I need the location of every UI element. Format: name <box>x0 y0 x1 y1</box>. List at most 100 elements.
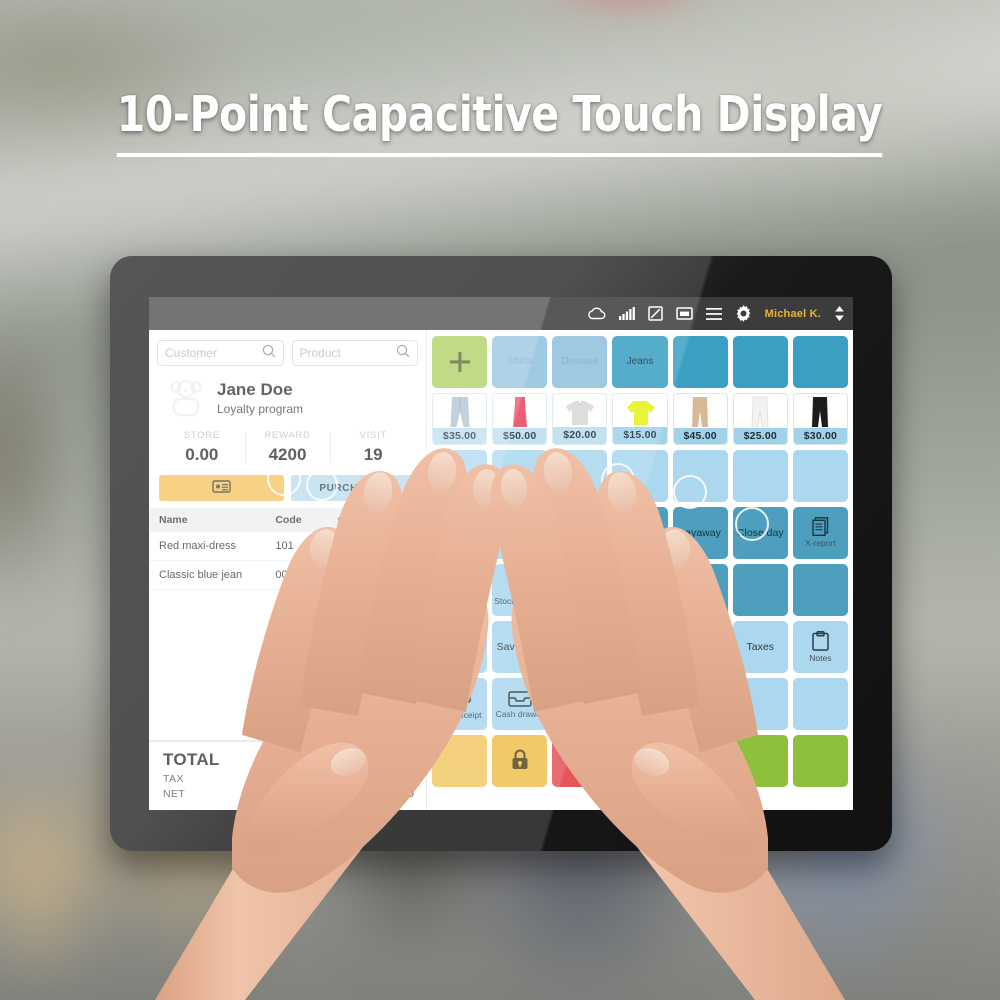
promotions-button[interactable]: Promotions <box>552 678 608 730</box>
category-jeans[interactable]: Jeans <box>612 336 668 388</box>
category-shirts[interactable]: Shirts <box>492 336 548 388</box>
category-empty-3[interactable] <box>792 336 848 388</box>
layaway-button[interactable]: Layaway <box>672 507 728 559</box>
empty-tile[interactable] <box>732 450 788 502</box>
check-card-balance-button[interactable]: Check Card balance <box>612 564 668 616</box>
search-icon <box>396 344 410 363</box>
function-empty-5[interactable] <box>792 678 848 730</box>
product-tile[interactable]: $50.00 <box>492 393 548 445</box>
empty-tile[interactable] <box>492 450 548 502</box>
tax-row: TAX 0.00 <box>163 773 414 785</box>
loyalty-card-button[interactable] <box>159 475 284 501</box>
button-label: Pending sales <box>560 520 600 545</box>
product-price: $50.00 <box>493 428 547 444</box>
stat-visit: VISIT 19 <box>330 430 416 465</box>
returns-button[interactable]: Returns <box>612 621 668 673</box>
close-day-button[interactable]: Close day <box>732 507 788 559</box>
right-panel: Shirts Dresses Jeans $35.00 $50.00 $20.0… <box>427 330 853 810</box>
button-label: Logout <box>443 583 476 596</box>
pay-button[interactable] <box>732 735 788 787</box>
save-sale-button[interactable]: Save sale <box>492 621 548 673</box>
checkout-button[interactable] <box>792 735 848 787</box>
button-label: Stock & Price <box>494 595 546 606</box>
net-label: NET <box>163 788 186 800</box>
empty-tile[interactable] <box>612 450 668 502</box>
menu-icon[interactable] <box>705 307 722 320</box>
printer-icon[interactable] <box>675 306 693 321</box>
lock-button[interactable] <box>492 735 548 787</box>
void-button[interactable] <box>552 735 608 787</box>
new-sale-button[interactable]: New sale <box>432 621 488 673</box>
totals-section: TOTAL 85.00 TAX 0.00 NET 85.00 <box>149 740 426 810</box>
delete-button[interactable] <box>672 735 728 787</box>
discount-button[interactable]: Discount <box>672 621 728 673</box>
card-icon <box>212 480 231 496</box>
beige-pants-icon <box>674 394 727 428</box>
hold-button[interactable] <box>432 735 488 787</box>
pending-sales-button[interactable]: Pending sales <box>552 507 608 559</box>
button-label: Save as order <box>560 634 599 659</box>
logout-button[interactable]: Logout <box>432 564 488 616</box>
x-report-button[interactable]: X-report <box>792 507 848 559</box>
table-row[interactable]: Classic blue jean 0013 1 35.00 <box>149 560 426 590</box>
cart-table: Name Code Qty Red maxi-dress 101 1 50.00 <box>149 508 426 590</box>
category-empty-1[interactable] <box>672 336 728 388</box>
empty-tile[interactable] <box>792 450 848 502</box>
tax-value: 0.00 <box>393 773 414 785</box>
cash-drawer-button[interactable]: Cash drawer <box>492 678 548 730</box>
recent-sales-button[interactable]: Recent sales <box>492 507 548 559</box>
product-tile[interactable]: $30.00 <box>792 393 848 445</box>
empty-product-row <box>432 450 848 502</box>
table-row[interactable]: Red maxi-dress 101 1 50.00 <box>149 532 426 561</box>
function-row-4: Last receipt Cash drawer Promotions Coup… <box>432 678 848 730</box>
button-label: X-report <box>805 538 836 549</box>
gear-icon[interactable] <box>735 305 752 322</box>
cloud-icon[interactable] <box>587 307 606 320</box>
function-empty-3[interactable] <box>672 678 728 730</box>
save-order-button[interactable]: Save order <box>612 507 668 559</box>
add-customer-button[interactable] <box>432 507 488 559</box>
cart-search-icon <box>507 573 533 594</box>
last-receipt-button[interactable]: Last receipt <box>432 678 488 730</box>
customer-search-input[interactable]: Customer <box>157 340 284 366</box>
add-category-button[interactable] <box>432 336 488 388</box>
product-tile[interactable]: $45.00 <box>672 393 728 445</box>
product-tile[interactable]: $15.00 <box>612 393 668 445</box>
button-label: Discount <box>679 640 721 653</box>
customer-name: Jane Doe <box>217 380 293 400</box>
notes-button[interactable]: Notes <box>792 621 848 673</box>
product-search-input[interactable]: Product <box>291 340 418 366</box>
product-tile[interactable]: $25.00 <box>732 393 788 445</box>
function-empty-4[interactable] <box>732 678 788 730</box>
clock-in-button[interactable]: Clock in <box>552 564 608 616</box>
updown-chevron-icon[interactable] <box>834 306 845 321</box>
column-price <box>362 508 426 532</box>
coupons-button-2[interactable]: Coupons <box>612 678 668 730</box>
coupons-button[interactable]: Coupons <box>672 564 728 616</box>
button-label: Recent sales <box>503 520 537 545</box>
product-tile[interactable]: $35.00 <box>432 393 488 445</box>
purchases-tab[interactable]: PURCHASES <box>291 475 416 501</box>
avatar <box>165 378 207 418</box>
category-dresses[interactable]: Dresses <box>552 336 608 388</box>
button-label: Cash drawer <box>495 708 544 719</box>
user-name-label[interactable]: Michael K. <box>765 308 821 320</box>
left-panel: Customer Product Jane Doe Loyalty progra… <box>149 330 427 810</box>
cancel-button[interactable] <box>612 735 668 787</box>
cell-price: 35.00 <box>362 560 426 590</box>
function-empty-1[interactable] <box>732 564 788 616</box>
empty-tile[interactable] <box>672 450 728 502</box>
stat-label: REWARD <box>264 430 311 441</box>
signal-bars-icon[interactable] <box>618 307 635 320</box>
empty-tile[interactable] <box>552 450 608 502</box>
category-empty-2[interactable] <box>732 336 788 388</box>
function-empty-2[interactable] <box>792 564 848 616</box>
taxes-button[interactable]: Taxes <box>732 621 788 673</box>
empty-tile[interactable] <box>432 450 488 502</box>
product-tile[interactable]: $20.00 <box>552 393 608 445</box>
screen-icon[interactable] <box>647 306 663 321</box>
net-row: NET 85.00 <box>163 788 414 800</box>
column-name: Name <box>149 508 266 532</box>
save-as-order-button[interactable]: Save as order <box>552 621 608 673</box>
stock-price-button[interactable]: Stock & Price <box>492 564 548 616</box>
